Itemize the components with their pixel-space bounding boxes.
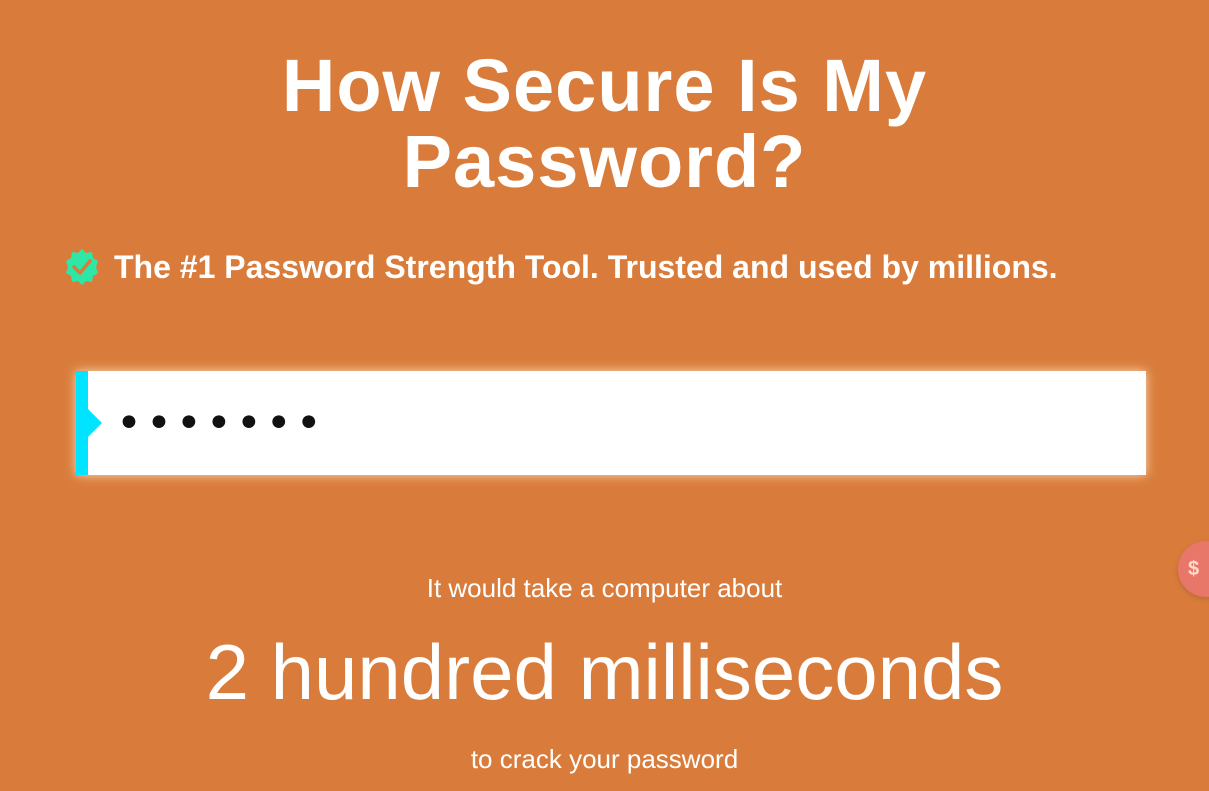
tagline-text: The #1 Password Strength Tool. Trusted a… xyxy=(114,248,1058,285)
crack-time: 2 hundred milliseconds xyxy=(205,628,1004,716)
page: How Secure Is My Password? The #1 Passwo… xyxy=(0,0,1209,791)
input-accent-bar xyxy=(76,371,88,475)
tagline: The #1 Password Strength Tool. Trusted a… xyxy=(62,247,1058,287)
result-intro-text: It would take a computer about xyxy=(426,573,783,603)
currency-icon: $ xyxy=(1188,557,1200,580)
password-field-container xyxy=(76,371,1146,475)
result-outro-text: to crack your password xyxy=(470,744,739,774)
page-title: How Secure Is My Password? xyxy=(0,48,1209,200)
password-input[interactable] xyxy=(116,371,1126,475)
verified-check-badge-icon xyxy=(62,247,102,287)
input-accent-arrow-icon xyxy=(88,409,102,437)
page-title-line-1: How Secure Is My xyxy=(281,44,928,127)
page-title-line-2: Password? xyxy=(402,120,807,203)
